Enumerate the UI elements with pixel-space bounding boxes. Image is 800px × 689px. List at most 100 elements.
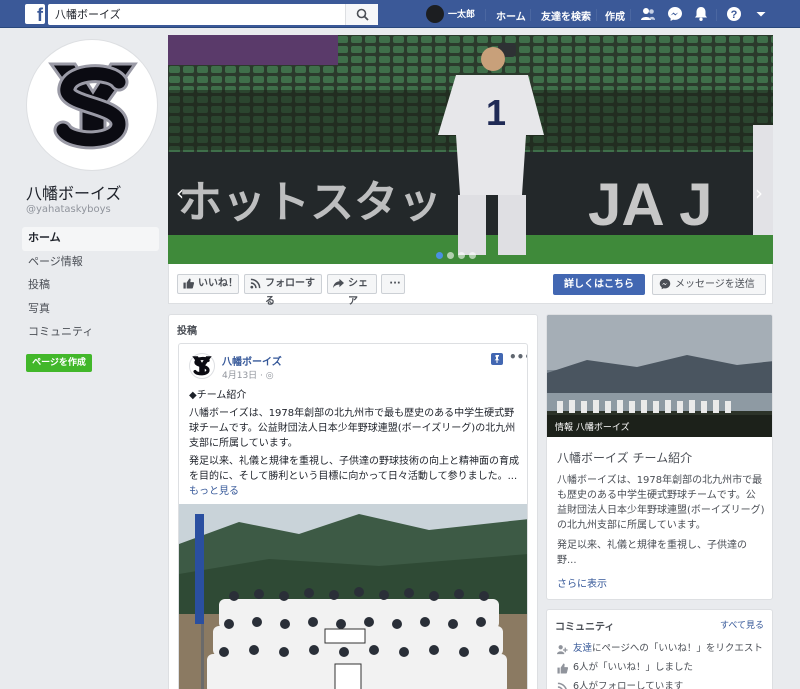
post-author-name[interactable]: 八幡ボーイズ [222, 353, 282, 368]
more-options-button[interactable]: ··· [381, 274, 405, 294]
search-button[interactable] [345, 4, 378, 25]
post-paragraph: 八幡ボーイズは、1978年創部の北九州市で最も歴史のある中学生硬式野球チームです… [189, 408, 516, 449]
divider [716, 9, 717, 21]
messenger-icon[interactable] [667, 6, 683, 22]
nav-item-photos[interactable]: 写真 [22, 298, 159, 322]
team-logo-icon [48, 62, 138, 150]
rss-follow-icon [250, 278, 261, 289]
find-friends-link[interactable]: 友達を検索 [541, 8, 591, 23]
invite-friends-text: にページへの「いいね！」をリクエスト [592, 643, 763, 654]
pinned-post: 八幡ボーイズ 4月13日 · ◎ ••• ◆チーム紹介 八幡ボーイズは、1978… [178, 343, 528, 689]
invite-friends-link[interactable]: 友達 [573, 643, 592, 654]
post-heading: ◆チーム紹介 [189, 390, 247, 401]
see-more-link[interactable]: もっと見る [189, 486, 239, 497]
post-author-avatar[interactable] [189, 353, 215, 379]
page-title: 八幡ボーイズ [26, 184, 122, 203]
nav-item-about[interactable]: ページ情報 [22, 251, 159, 275]
search-icon [356, 8, 369, 21]
user-avatar[interactable] [426, 5, 444, 23]
page-username[interactable]: @yahataskyboys [26, 204, 111, 215]
about-title[interactable]: 八幡ボーイズ チーム紹介 [557, 449, 692, 466]
posts-section-title: 投稿 [177, 326, 197, 337]
svg-text:1: 1 [486, 92, 506, 133]
send-message-button[interactable]: メッセージを送信 [652, 274, 766, 295]
create-link[interactable]: 作成 [605, 8, 625, 23]
send-message-label: メッセージを送信 [675, 279, 755, 290]
slide-dot[interactable] [469, 252, 476, 259]
like-label: いいね！ [198, 278, 238, 289]
about-paragraph: 発足以来、礼儀と規律を重視し、子供達の野... [557, 540, 747, 566]
about-photo-caption: 情報 八幡ボーイズ [555, 423, 630, 433]
pin-icon [494, 355, 500, 363]
svg-text:?: ? [731, 9, 738, 21]
nav-item-posts[interactable]: 投稿 [22, 274, 159, 298]
create-page-button[interactable]: ページを作成 [26, 354, 92, 372]
post-timestamp[interactable]: 4月13日 · ◎ [222, 368, 274, 381]
divider [485, 9, 486, 21]
post-photo[interactable] [179, 504, 527, 689]
nav-item-community[interactable]: コミュニティ [22, 321, 159, 345]
follow-label: フォローする [265, 278, 315, 307]
nav-item-home[interactable]: ホーム [22, 227, 159, 251]
slide-dot[interactable] [447, 252, 454, 259]
cover-photo-image: ホットスタッ JA J 1 [168, 35, 773, 264]
about-card: 情報 八幡ボーイズ 八幡ボーイズ チーム紹介 八幡ボーイズは、1978年創部の北… [546, 314, 773, 600]
home-link[interactable]: ホーム [496, 8, 526, 23]
invite-friends-row: 友達にページへの「いいね！」をリクエスト [557, 642, 763, 657]
divider [530, 9, 531, 21]
community-title: コミュニティ [555, 622, 615, 633]
svg-text:ホットスタッ: ホットスタッ [178, 177, 442, 228]
divider [596, 9, 597, 21]
messenger-icon [659, 278, 671, 290]
previous-slide-chevron-icon[interactable]: ‹ [176, 181, 184, 205]
top-navigation-bar: f 八幡ボーイズ 一太郎 ホーム 友達を検索 作成 ? [0, 0, 800, 28]
team-logo-icon [192, 356, 212, 376]
rss-follow-icon [557, 682, 567, 689]
divider [630, 9, 631, 21]
search-input[interactable]: 八幡ボーイズ [48, 4, 378, 25]
like-button[interactable]: いいね！ [177, 274, 239, 294]
follows-count-row: 6人がフォローしています [557, 680, 683, 689]
ellipsis-icon: ··· [389, 278, 401, 289]
help-icon[interactable]: ? [726, 6, 742, 22]
page-profile-picture[interactable] [26, 39, 158, 171]
globe-icon: ◎ [265, 371, 274, 381]
friend-requests-icon[interactable] [640, 6, 656, 22]
next-slide-chevron-icon[interactable]: › [755, 181, 763, 205]
learn-more-button[interactable]: 詳しくはこちら [553, 274, 645, 295]
about-paragraph: 八幡ボーイズは、1978年創部の北九州市で最も歴史のある中学生硬式野球チームです… [557, 475, 765, 531]
see-all-link[interactable]: すべて見る [720, 618, 764, 631]
post-paragraph: 発足以来、礼儀と規律を重視し、子供達の野球技術の向上と精神面の育成を目的に、そし… [189, 454, 521, 499]
slide-dot[interactable] [458, 252, 465, 259]
notifications-bell-icon[interactable] [693, 6, 709, 22]
likes-count-text: 6人が「いいね！」しました [573, 662, 694, 673]
team-group-photo [179, 504, 527, 689]
invite-friends-icon [557, 645, 568, 655]
svg-text:JA J: JA J [588, 171, 713, 238]
about-photo[interactable]: 情報 八幡ボーイズ [547, 315, 772, 437]
share-button[interactable]: シェア [327, 274, 377, 307]
slide-dot[interactable] [436, 252, 443, 259]
likes-count-row: 6人が「いいね！」しました [557, 661, 693, 676]
team-lakeside-photo [547, 315, 772, 437]
about-description: 八幡ボーイズは、1978年創部の北九州市で最も歴史のある中学生硬式野球チームです… [557, 473, 765, 573]
share-arrow-icon [333, 278, 344, 289]
posts-section: 投稿 八幡ボーイズ 4月13日 · ◎ ••• ◆チーム紹介 八幡ボーイズは、1… [168, 314, 538, 689]
page-navigation: ホーム ページ情報 投稿 写真 コミュニティ [22, 227, 159, 345]
facebook-logo-icon[interactable]: f [25, 4, 45, 24]
share-label: シェア [348, 278, 368, 307]
cover-photo-slideshow[interactable]: ホットスタッ JA J 1 ‹ › [168, 35, 773, 264]
thumbs-up-icon [557, 663, 568, 674]
community-card: コミュニティ すべて見る 友達にページへの「いいね！」をリクエスト 6人が「いい… [546, 609, 773, 689]
pinned-post-badge [491, 353, 503, 365]
page-action-bar: いいね！ フォローする シェア ··· 詳しくはこちら メッセージを送信 [168, 264, 773, 307]
post-body: ◆チーム紹介 八幡ボーイズは、1978年創部の北九州市で最も歴史のある中学生硬式… [189, 388, 521, 502]
show-more-link[interactable]: さらに表示 [557, 575, 607, 590]
follow-button[interactable]: フォローする [244, 274, 322, 307]
follows-count-text: 6人がフォローしています [573, 681, 684, 689]
account-menu-chevron-icon[interactable] [753, 6, 769, 22]
post-date-text[interactable]: 4月13日 · [222, 371, 263, 381]
user-name-link[interactable]: 一太郎 [448, 7, 475, 20]
post-paragraph-text: 発足以来、礼儀と規律を重視し、子供達の野球技術の向上と精神面の育成を目的に、そし… [189, 456, 519, 482]
post-options-button[interactable]: ••• [509, 350, 527, 364]
